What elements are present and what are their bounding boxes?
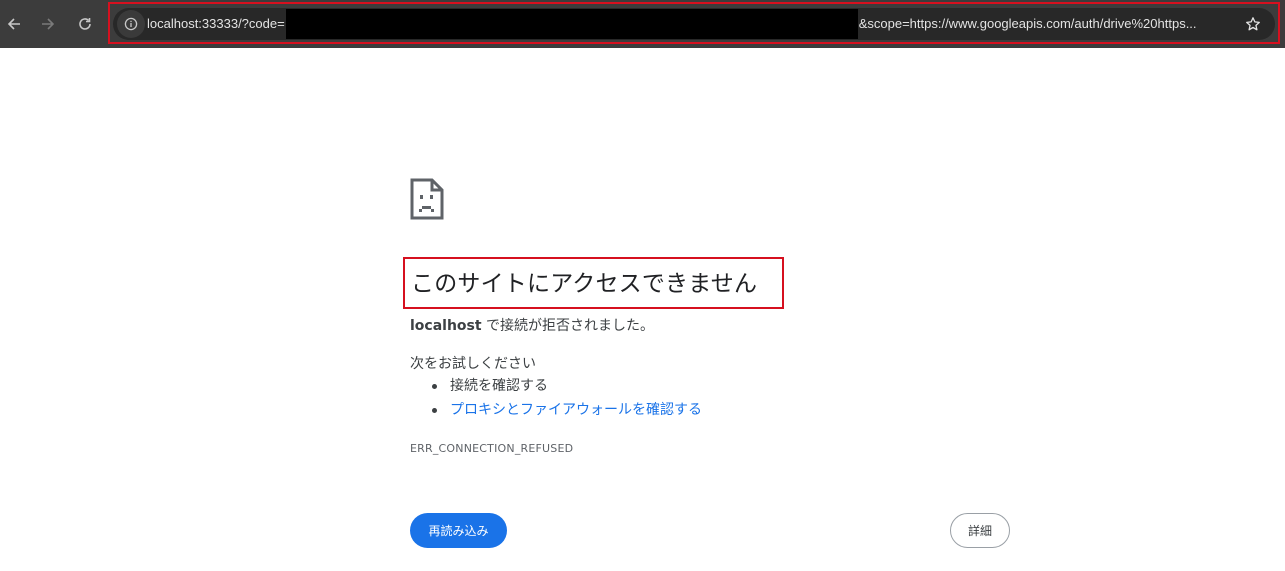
- forward-button[interactable]: [32, 8, 64, 40]
- bookmark-button[interactable]: [1243, 14, 1263, 34]
- address-bar[interactable]: localhost:33333/?code= &scope=https://ww…: [113, 8, 1275, 40]
- suggestions-list: 接続を確認する プロキシとファイアウォールを確認する: [410, 374, 702, 422]
- browser-toolbar: localhost:33333/?code= &scope=https://ww…: [0, 0, 1285, 48]
- reload-button[interactable]: 再読み込み: [410, 513, 507, 548]
- back-button[interactable]: [0, 8, 30, 40]
- reload-page-button[interactable]: [69, 8, 101, 40]
- star-icon: [1246, 17, 1260, 31]
- url-text[interactable]: localhost:33333/?code= &scope=https://ww…: [147, 8, 1237, 40]
- redacted-block: [285, 9, 858, 39]
- arrow-left-icon: [7, 18, 20, 30]
- suggestion-check-connection: 接続を確認する: [410, 374, 702, 398]
- host-name: localhost: [410, 318, 482, 334]
- site-info-button[interactable]: [117, 10, 145, 38]
- details-button[interactable]: 詳細: [950, 513, 1010, 548]
- sad-document-icon: [410, 178, 444, 220]
- error-summary: localhost で接続が拒否されました。: [410, 315, 654, 335]
- suggestions-title: 次をお試しください: [410, 356, 536, 372]
- reload-icon: [79, 18, 91, 30]
- url-suffix: &scope=https://www.googleapis.com/auth/d…: [858, 16, 1197, 31]
- summary-text: で接続が拒否されました。: [481, 318, 655, 334]
- info-icon: [124, 17, 138, 31]
- url-prefix: localhost:33333/?code=: [147, 16, 285, 31]
- suggestion-check-proxy-firewall-link[interactable]: プロキシとファイアウォールを確認する: [410, 398, 702, 422]
- arrow-right-icon: [42, 18, 55, 30]
- page-title: このサイトにアクセスできません: [411, 271, 758, 297]
- error-code: ERR_CONNECTION_REFUSED: [410, 442, 574, 455]
